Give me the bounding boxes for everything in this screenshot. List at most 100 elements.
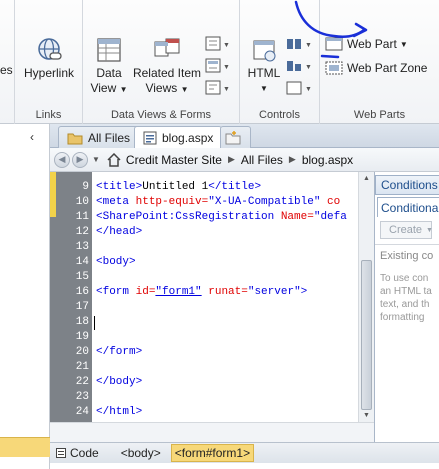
- line-number: 22: [75, 376, 89, 388]
- web-part-icon: [325, 37, 343, 51]
- tag-crumb-body[interactable]: <body>: [121, 446, 161, 460]
- existing-conditions-label: Existing co: [380, 250, 434, 262]
- home-icon[interactable]: [106, 152, 122, 167]
- links-group-label: Links: [35, 109, 62, 121]
- aspx-file-icon: [143, 131, 157, 145]
- svg-text:▼: ▼: [223, 64, 230, 71]
- related-item-label-1: Related Item: [132, 66, 202, 80]
- chevron-down-icon: ▼: [426, 226, 433, 234]
- forward-arrow-icon[interactable]: ▶: [72, 151, 88, 168]
- create-button[interactable]: Create ▼: [380, 221, 433, 239]
- control-small-icon-1[interactable]: ▼: [286, 36, 314, 52]
- ribbon-partial-group: es: [0, 0, 15, 124]
- code-line-20: </form>: [96, 346, 143, 358]
- help-text-line: text, and th: [380, 299, 430, 310]
- help-text-line: To use con: [380, 273, 429, 284]
- chevron-down-icon: ▼: [119, 85, 128, 94]
- history-dropdown-icon[interactable]: ▼: [92, 155, 100, 164]
- form-small-icon-1[interactable]: ▼: [205, 36, 231, 52]
- code-line-24: </html>: [96, 406, 143, 418]
- breadcrumb-item-site[interactable]: Credit Master Site: [126, 153, 222, 167]
- document-tab-bar: All Files blog.aspx: [50, 124, 439, 149]
- html-label: HTML: [247, 66, 281, 80]
- back-arrow-icon[interactable]: ◀: [54, 151, 70, 168]
- data-view-button[interactable]: Data View ▼: [89, 36, 129, 97]
- html-icon: [253, 40, 276, 62]
- hyperlink-label: Hyperlink: [23, 66, 74, 80]
- breadcrumb-item-all-files[interactable]: All Files: [241, 153, 283, 167]
- conditional-formatting-panel: Conditions Conditional Create ▼ Existing…: [374, 172, 439, 442]
- help-text-line: formatting: [380, 312, 425, 323]
- controls-group: HTML ▼ ▼ ▼ ▼ Controls: [240, 0, 320, 124]
- scroll-up-icon[interactable]: ▲: [363, 175, 370, 182]
- code-view-button[interactable]: Code: [56, 446, 99, 460]
- breadcrumb-item-file[interactable]: blog.aspx: [302, 153, 353, 167]
- code-view-icon: [56, 448, 66, 458]
- breadcrumb-separator-icon: ▶: [288, 154, 296, 164]
- vertical-scrollbar[interactable]: ▲ ▼: [358, 172, 374, 422]
- related-item-views-button[interactable]: Related Item Views ▼: [129, 36, 205, 97]
- tab-blog-aspx[interactable]: blog.aspx: [134, 126, 223, 149]
- scrollbar-thumb[interactable]: [361, 260, 372, 410]
- breadcrumb-separator-icon: ▶: [227, 154, 235, 164]
- data-view-label-2: View ▼: [90, 81, 128, 95]
- web-parts-group-label: Web Parts: [353, 109, 406, 121]
- line-number: 11: [75, 211, 89, 223]
- tab-all-files[interactable]: All Files: [58, 126, 140, 148]
- form-small-icon-3[interactable]: ▼: [205, 80, 231, 96]
- tab-label: blog.aspx: [162, 131, 214, 145]
- line-number: 18: [75, 316, 89, 328]
- ribbon: es Hyperlink Links Data View ▼ Related I…: [0, 0, 439, 124]
- horizontal-scrollbar[interactable]: [50, 422, 374, 442]
- panel-header[interactable]: Conditions: [375, 175, 439, 195]
- tab-label: All Files: [88, 130, 131, 145]
- web-part-zone-button[interactable]: Web Part Zone: [325, 58, 427, 78]
- panel-tab-conditional[interactable]: Conditional: [377, 197, 439, 217]
- links-group: Hyperlink Links: [15, 0, 83, 124]
- line-number: 9: [82, 181, 89, 193]
- partial-label: es: [0, 63, 13, 77]
- svg-text:▼: ▼: [305, 86, 312, 93]
- data-view-icon: [97, 38, 121, 62]
- scroll-down-icon[interactable]: ▼: [363, 412, 370, 419]
- collapse-chevron-icon[interactable]: ‹: [30, 130, 34, 144]
- folder-icon: [67, 133, 83, 144]
- html-button[interactable]: HTML ▼: [244, 36, 284, 96]
- line-number: 16: [75, 286, 89, 298]
- code-editor[interactable]: <title>Untitled 1</title> <meta http-equ…: [92, 172, 358, 422]
- line-number: 10: [75, 196, 89, 208]
- text-caret: [94, 316, 95, 330]
- related-item-label-2: Views ▼: [145, 81, 189, 95]
- code-line-9: <title>Untitled 1</title>: [96, 181, 262, 193]
- code-line-11: <SharePoint:CssRegistration Name="defa: [96, 211, 347, 223]
- line-number: 17: [75, 301, 89, 313]
- line-number: 15: [75, 271, 89, 283]
- chevron-down-icon: ▼: [180, 85, 189, 94]
- chevron-down-icon: ▼: [260, 84, 268, 93]
- line-number: 23: [75, 391, 89, 403]
- editor-status-bar: Code <body> <form#form1>: [50, 442, 439, 463]
- web-part-zone-label: Web Part Zone: [347, 61, 428, 75]
- control-small-icon-2[interactable]: ▼: [286, 58, 314, 74]
- panel-divider: [375, 244, 439, 245]
- tag-crumb-form-selected[interactable]: <form#form1>: [170, 444, 255, 462]
- code-line-14: <body>: [96, 256, 136, 268]
- data-view-label-1: Data: [96, 66, 122, 80]
- svg-text:▼: ▼: [223, 42, 230, 49]
- form-small-icon-2[interactable]: ▼: [205, 58, 231, 74]
- new-tab-button[interactable]: [220, 126, 251, 148]
- web-part-zone-icon: [325, 61, 343, 75]
- code-view-label: Code: [70, 446, 99, 460]
- hyperlink-button[interactable]: Hyperlink: [21, 36, 77, 81]
- line-number: 12: [75, 226, 89, 238]
- line-number-gutter: 9 10 11 12 13 14 15 16 17 18 19 20 21 22…: [50, 172, 92, 422]
- create-label: Create: [389, 224, 423, 236]
- control-small-icon-3[interactable]: ▼: [286, 80, 314, 96]
- line-number: 20: [75, 346, 89, 358]
- svg-text:▼: ▼: [305, 64, 312, 71]
- line-number: 19: [75, 331, 89, 343]
- controls-group-label: Controls: [259, 109, 300, 121]
- data-views-group-label: Data Views & Forms: [110, 109, 212, 121]
- svg-text:▼: ▼: [223, 86, 230, 93]
- web-part-button[interactable]: Web Part ▼: [325, 34, 408, 54]
